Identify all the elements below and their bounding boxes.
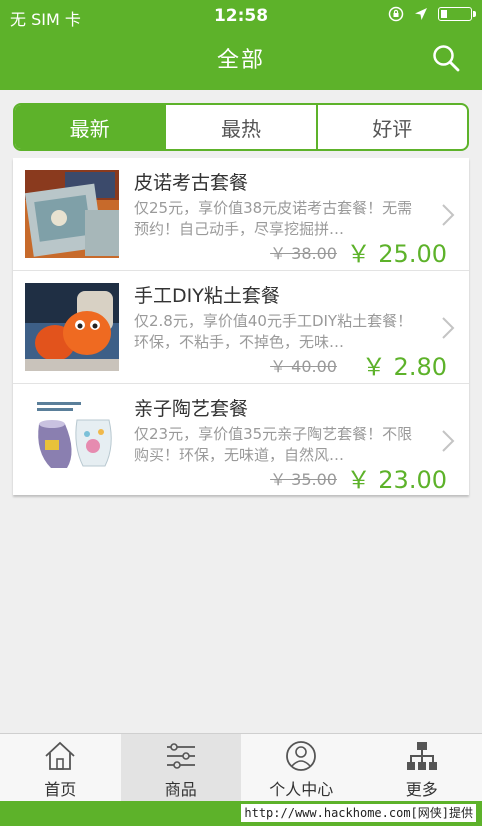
original-price: ￥ 38.00 [270, 244, 337, 263]
footer-bar: http://www.hackhome.com[网侠]提供 [0, 801, 482, 826]
tabbar-label: 个人中心 [269, 780, 334, 799]
sale-price: ￥ 2.80 [361, 353, 447, 381]
sale-price: ￥ 25.00 [346, 240, 447, 268]
chevron-right-icon [442, 204, 455, 226]
tabbar-item-products[interactable]: 商品 [120, 734, 241, 801]
original-price: ￥ 35.00 [270, 470, 337, 489]
tabbar-label: 首页 [44, 780, 77, 799]
sale-price: ￥ 23.00 [346, 466, 447, 494]
tabbar-label: 更多 [405, 780, 438, 799]
sitemap-icon [406, 742, 437, 770]
list-item[interactable]: 皮诺考古套餐 仅25元，享价值38元皮诺考古套餐！无需预约！自己动手，尽享挖掘拼… [13, 158, 469, 271]
product-image-pottery [25, 396, 119, 484]
product-list: 皮诺考古套餐 仅25元，享价值38元皮诺考古套餐！无需预约！自己动手，尽享挖掘拼… [13, 158, 469, 495]
tabbar-label: 商品 [164, 780, 197, 799]
product-title: 亲子陶艺套餐 [134, 398, 249, 420]
user-icon [286, 741, 317, 771]
status-icons [388, 6, 476, 22]
orientation-lock-icon [388, 6, 404, 22]
home-icon [45, 741, 75, 770]
tabbar-item-profile[interactable]: 个人中心 [241, 734, 362, 801]
location-icon [415, 8, 427, 20]
bottom-tab-bar: 首页 商品 个人中心 更多 [0, 733, 482, 801]
tab-hottest[interactable]: 最热 [164, 105, 315, 149]
product-image-archaeology [25, 170, 119, 258]
product-title: 手工DIY粘土套餐 [134, 285, 280, 307]
sort-tabs: 最新 最热 好评 [13, 103, 469, 151]
tabbar-item-home[interactable]: 首页 [0, 734, 121, 801]
page-title: 全部 [216, 48, 265, 73]
tabbar-item-more[interactable]: 更多 [362, 734, 482, 801]
list-item[interactable]: 亲子陶艺套餐 仅23元，享价值35元亲子陶艺套餐！不限购买！环保，无味道，自然风… [13, 384, 469, 495]
tab-latest[interactable]: 最新 [15, 105, 165, 149]
list-icon [166, 743, 195, 769]
list-item[interactable]: 手工DIY粘土套餐 仅2.8元，享价值40元手工DIY粘土套餐！环保，不粘手，不… [13, 271, 469, 384]
original-price: ￥ 40.00 [270, 357, 337, 376]
product-title: 皮诺考古套餐 [134, 172, 249, 194]
app-header: 无 SIM 卡 12:58 全部 [0, 0, 482, 90]
chevron-right-icon [442, 317, 455, 339]
chevron-right-icon [442, 430, 455, 452]
tab-best-rated[interactable]: 好评 [315, 105, 467, 149]
search-icon[interactable] [432, 44, 460, 72]
product-image-clay [25, 283, 119, 371]
status-bar: 无 SIM 卡 12:58 [0, 0, 482, 34]
watermark-text: http://www.hackhome.com[网侠]提供 [241, 804, 476, 822]
battery-icon [438, 7, 476, 21]
